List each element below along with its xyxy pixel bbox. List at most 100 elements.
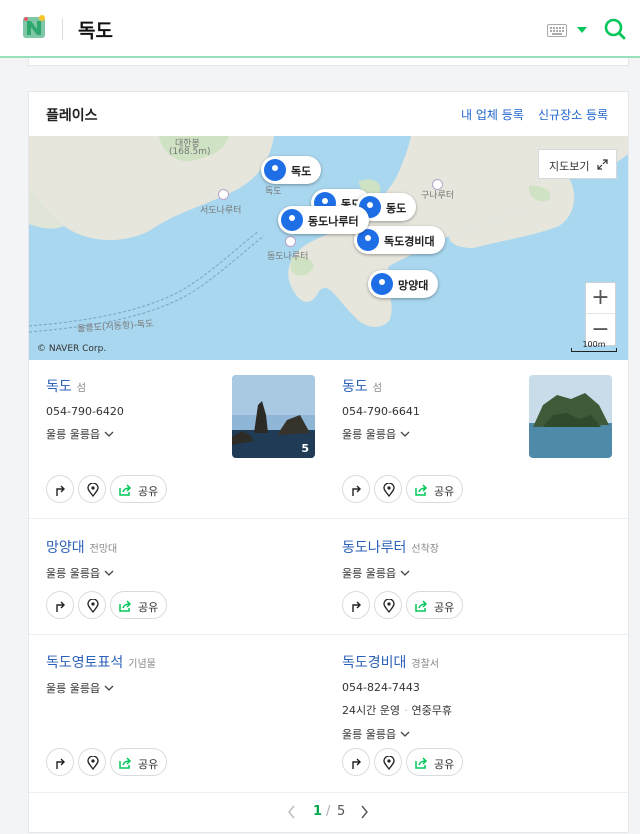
place-photo[interactable]: 5 [232, 375, 315, 458]
save-place-button[interactable] [374, 748, 402, 776]
pin-icon [87, 756, 99, 770]
map-label-dongdo-dock: 동도나루터 [267, 252, 309, 262]
place-item-mangyangdae[interactable]: 망양대 전망대 울릉 울릉읍 [46, 537, 326, 581]
share-button[interactable]: 공유 [406, 748, 463, 776]
place-item-guard[interactable]: 독도경비대 경찰서 054-824-7443 24시간 운영 · 연중무휴 울릉 울릉… [342, 652, 622, 742]
map-label-peak-height: (168.5m) [169, 147, 211, 157]
place-name[interactable]: 동도나루터 [342, 540, 406, 556]
map-pin-guard[interactable]: 독도경비대 [354, 226, 445, 254]
map-view-button[interactable]: 지도보기 [538, 149, 617, 179]
map-copyright: © NAVER Corp. [37, 344, 107, 354]
pin-icon [383, 599, 395, 613]
keyboard-icon[interactable] [547, 24, 567, 37]
share-button[interactable]: 공유 [110, 748, 167, 776]
total-pages: 5 [337, 804, 346, 819]
register-new-place-link[interactable]: 신규장소 등록 [538, 106, 608, 123]
directions-icon [56, 758, 65, 769]
directions-icon [352, 758, 361, 769]
register-business-link[interactable]: 내 업체 등록 [461, 106, 524, 123]
save-place-button[interactable] [78, 748, 106, 776]
place-name[interactable]: 독도경비대 [342, 655, 406, 671]
map-pin-dongdo-dock[interactable]: 동도나루터 [278, 206, 369, 234]
pagination: 1 / 5 [29, 792, 628, 832]
chevron-down-icon [104, 431, 114, 437]
map-pin-mangyangdae[interactable]: 망양대 [368, 270, 439, 298]
map-scale: 100m [571, 340, 617, 352]
share-button[interactable]: 공유 [110, 475, 167, 503]
map-marker-icon [281, 209, 303, 231]
row-divider [29, 634, 628, 635]
place-address[interactable]: 울릉 울릉읍 [342, 726, 622, 742]
save-place-button[interactable] [374, 475, 402, 503]
chevron-down-icon [400, 431, 410, 437]
directions-button[interactable] [46, 591, 74, 619]
naver-logo-icon[interactable] [22, 14, 46, 40]
zoom-in-button[interactable]: + [586, 283, 615, 314]
map-marker-icon [264, 159, 286, 181]
share-icon [415, 484, 428, 496]
pin-icon [383, 756, 395, 770]
search-header: 독도 [0, 0, 640, 58]
map-label-dokdo: 독도 [265, 187, 282, 197]
directions-icon [56, 601, 65, 612]
place-name[interactable]: 독도 [46, 379, 72, 395]
map-pin-dokdo[interactable]: 독도 [261, 156, 322, 184]
directions-button[interactable] [46, 748, 74, 776]
directions-button[interactable] [46, 475, 74, 503]
previous-page-icon[interactable] [286, 805, 298, 819]
row-divider [29, 518, 628, 519]
share-button[interactable]: 공유 [406, 591, 463, 619]
pin-icon [383, 483, 395, 497]
photo-count: 5 [301, 442, 309, 455]
place-photo[interactable] [529, 375, 612, 458]
save-place-button[interactable] [78, 591, 106, 619]
places-section: 플레이스 내 업체 등록 신규장소 등록 대한봉 (168.5m) 서도나루터 … [28, 91, 629, 833]
place-item-territory-marker[interactable]: 독도영토표석 기념물 울릉 울릉읍 [46, 652, 326, 696]
place-category: 기념물 [128, 659, 156, 670]
chevron-down-icon [400, 570, 410, 576]
page-separator: / [326, 804, 331, 819]
share-icon [119, 600, 132, 612]
directions-icon [352, 485, 361, 496]
next-page-icon[interactable] [358, 805, 370, 819]
save-place-button[interactable] [78, 475, 106, 503]
photo-dongdo-island [529, 375, 612, 458]
map-zoom-control: + − [585, 282, 616, 346]
expand-icon [597, 159, 608, 170]
save-place-button[interactable] [374, 591, 402, 619]
search-icon[interactable] [603, 17, 627, 41]
place-name[interactable]: 망양대 [46, 540, 85, 556]
share-button[interactable]: 공유 [406, 475, 463, 503]
place-phone: 054-824-7443 [342, 681, 420, 694]
place-address[interactable]: 울릉 울릉읍 [46, 680, 326, 696]
place-item-dongdo-dock[interactable]: 동도나루터 선착장 울릉 울릉읍 [342, 537, 622, 581]
header-divider [62, 18, 63, 40]
place-hours: 24시간 운영 · 연중무휴 [342, 704, 452, 717]
pin-icon [87, 599, 99, 613]
map-marker-icon [371, 273, 393, 295]
previous-section-card [28, 58, 629, 66]
share-button[interactable]: 공유 [110, 591, 167, 619]
place-category: 전망대 [89, 544, 118, 555]
share-icon [415, 757, 428, 769]
search-query[interactable]: 독도 [78, 16, 113, 43]
place-map[interactable]: 대한봉 (168.5m) 서도나루터 독도 구나루터 동도나루터 울릉도(저동항… [29, 136, 628, 360]
directions-button[interactable] [342, 475, 370, 503]
directions-icon [352, 601, 361, 612]
place-category: 섬 [76, 383, 86, 394]
directions-button[interactable] [342, 591, 370, 619]
place-address[interactable]: 울릉 울릉읍 [46, 565, 326, 581]
map-label-seodo-dock: 서도나루터 [200, 206, 242, 216]
place-category: 선착장 [411, 544, 440, 555]
place-name[interactable]: 독도영토표석 [46, 655, 123, 671]
map-label-gunaru: 구나루터 [421, 191, 455, 201]
directions-icon [56, 485, 65, 496]
place-category: 섬 [372, 383, 382, 394]
dock-poi-icon [218, 189, 229, 200]
place-name[interactable]: 동도 [342, 379, 368, 395]
place-address[interactable]: 울릉 울릉읍 [342, 565, 622, 581]
directions-button[interactable] [342, 748, 370, 776]
pin-icon [87, 483, 99, 497]
share-icon [119, 757, 132, 769]
caret-down-icon[interactable] [577, 26, 587, 34]
